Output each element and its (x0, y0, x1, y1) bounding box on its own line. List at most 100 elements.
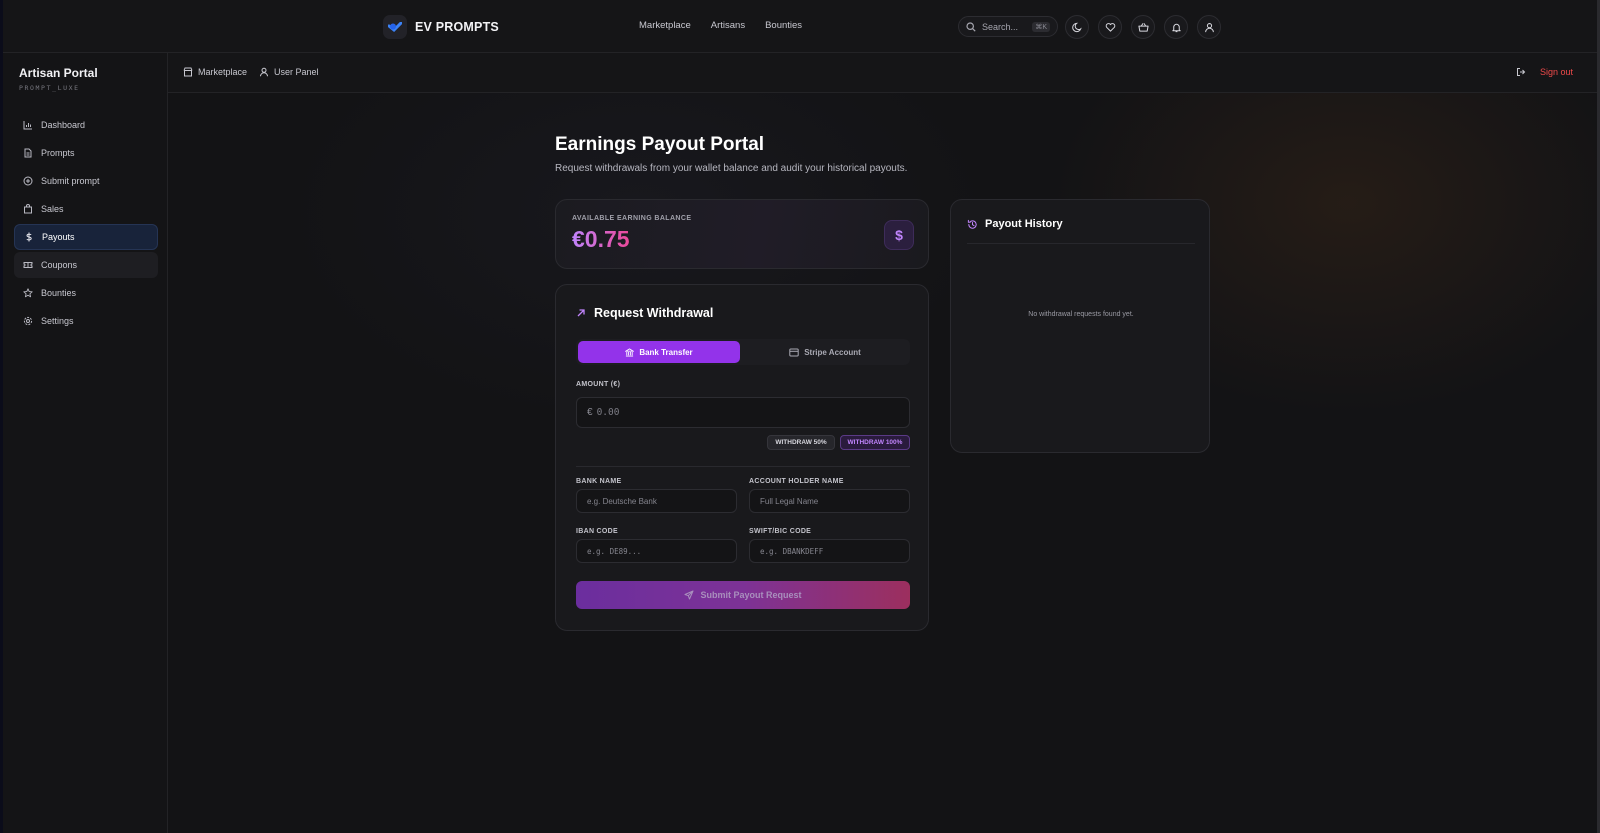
sidebar-title: Artisan Portal (19, 66, 98, 80)
sidebar-nav: Dashboard Prompts Submit prompt Sales Pa… (14, 112, 158, 336)
balance-card: AVAILABLE EARNING BALANCE €0.75 $ (555, 199, 929, 269)
sidebar-item-label: Prompts (41, 148, 75, 158)
history-heading: Payout History (967, 218, 1063, 230)
bank-name-placeholder: e.g. Deutsche Bank (587, 496, 657, 506)
bag-icon (24, 204, 32, 214)
account-holder-label: ACCOUNT HOLDER NAME (749, 478, 844, 485)
dollar-icon: $ (884, 220, 914, 250)
crumb-marketplace[interactable]: Marketplace (183, 67, 247, 77)
card-icon (789, 348, 799, 356)
account-holder-placeholder: Full Legal Name (760, 496, 819, 506)
submit-payout-button[interactable]: Submit Payout Request (576, 581, 910, 609)
profile-button[interactable] (1197, 15, 1221, 39)
swift-placeholder: e.g. DBANKDEFF (760, 546, 824, 556)
logout-icon (1516, 68, 1526, 76)
theme-toggle-button[interactable] (1065, 15, 1089, 39)
balance-label: AVAILABLE EARNING BALANCE (572, 215, 692, 222)
tab-stripe-account-label: Stripe Account (804, 347, 861, 357)
content-header: Marketplace User Panel Sign out (168, 53, 1597, 93)
send-icon (684, 590, 694, 600)
page-title: Earnings Payout Portal (555, 134, 765, 155)
history-icon (967, 219, 977, 229)
sidebar-item-submit-prompt[interactable]: Submit prompt (14, 168, 158, 194)
brand-name: EV PROMPTS (415, 20, 499, 34)
user-icon (1204, 22, 1214, 32)
sidebar-item-label: Bounties (41, 288, 77, 298)
page-subtitle: Request withdrawals from your wallet bal… (555, 163, 908, 174)
amount-placeholder: 0.00 (596, 407, 620, 418)
star-icon (23, 288, 33, 298)
notifications-button[interactable] (1164, 15, 1188, 39)
sidebar-item-settings[interactable]: Settings (14, 308, 158, 334)
search-button[interactable]: Search... ⌘K (958, 16, 1058, 37)
sidebar-item-prompts[interactable]: Prompts (14, 140, 158, 166)
withdrawal-title: Request Withdrawal (594, 306, 714, 320)
history-divider (967, 243, 1195, 244)
amount-input[interactable]: € 0.00 (576, 397, 910, 428)
favorites-button[interactable] (1098, 15, 1122, 39)
payout-method-tabs: Bank Transfer Stripe Account (576, 339, 910, 365)
bank-icon (625, 347, 635, 357)
history-empty-state: No withdrawal requests found yet. (1028, 311, 1134, 318)
brand-logo-icon (383, 15, 407, 39)
sidebar-item-bounties[interactable]: Bounties (14, 280, 158, 306)
currency-prefix: € (587, 407, 593, 418)
sidebar-subtitle: PROMPT_LUXE (19, 84, 80, 92)
withdrawal-card: Request Withdrawal Bank Transfer Stripe … (555, 284, 929, 631)
section-divider (576, 466, 910, 467)
nav-link-marketplace[interactable]: Marketplace (639, 20, 691, 31)
sidebar-item-coupons[interactable]: Coupons (14, 252, 158, 278)
arrow-up-right-icon (577, 309, 585, 317)
basket-icon (1137, 22, 1149, 32)
iban-placeholder: e.g. DE89... (587, 546, 642, 556)
sidebar-item-label: Coupons (41, 260, 78, 270)
sidebar-item-dashboard[interactable]: Dashboard (14, 112, 158, 138)
bank-name-field[interactable]: e.g. Deutsche Bank (576, 489, 737, 513)
user-icon (260, 67, 269, 77)
top-links: Marketplace Artisans Bounties (639, 20, 802, 31)
tab-bank-transfer-label: Bank Transfer (639, 347, 693, 357)
search-shortcut: ⌘K (1032, 21, 1050, 32)
submit-payout-label: Submit Payout Request (700, 590, 802, 600)
sidebar-item-label: Sales (41, 204, 64, 214)
tab-stripe-account[interactable]: Stripe Account (744, 341, 906, 363)
withdraw-50-button[interactable]: WITHDRAW 50% (767, 435, 835, 450)
withdraw-100-button[interactable]: WITHDRAW 100% (840, 435, 910, 450)
crumb-marketplace-label: Marketplace (198, 67, 248, 77)
sidebar-item-label: Settings (41, 316, 74, 326)
crumb-user-panel[interactable]: User Panel (259, 67, 319, 77)
sidebar-item-label: Submit prompt (41, 176, 100, 186)
ticket-icon (23, 262, 33, 268)
iban-field[interactable]: e.g. DE89... (576, 539, 737, 563)
withdrawal-heading: Request Withdrawal (576, 306, 713, 320)
crumb-user-panel-label: User Panel (274, 67, 319, 77)
balance-value: €0.75 (572, 226, 630, 252)
nav-link-artisans[interactable]: Artisans (711, 20, 745, 31)
tab-bank-transfer[interactable]: Bank Transfer (578, 341, 740, 363)
brand[interactable]: EV PROMPTS (383, 15, 499, 39)
swift-field[interactable]: e.g. DBANKDEFF (749, 539, 910, 563)
swift-label: SWIFT/BIC CODE (749, 528, 812, 535)
sign-out-label: Sign out (1539, 67, 1573, 77)
search-icon (966, 21, 976, 32)
bar-chart-icon (23, 121, 32, 130)
iban-label: IBAN CODE (576, 528, 618, 535)
bank-name-label: BANK NAME (576, 478, 622, 485)
sign-out-button[interactable]: Sign out (1516, 67, 1573, 77)
heart-icon (1105, 22, 1115, 32)
moon-icon (1071, 22, 1082, 32)
sidebar-item-label: Payouts (42, 232, 75, 242)
bell-icon (1171, 23, 1181, 32)
store-icon (183, 67, 193, 77)
account-holder-field[interactable]: Full Legal Name (749, 489, 910, 513)
cart-button[interactable] (1131, 15, 1155, 39)
sidebar-item-sales[interactable]: Sales (14, 196, 158, 222)
sidebar: Artisan Portal PROMPT_LUXE Dashboard Pro… (3, 53, 168, 833)
nav-link-bounties[interactable]: Bounties (765, 20, 802, 31)
amount-label: AMOUNT (€) (576, 381, 621, 388)
sidebar-item-payouts[interactable]: Payouts (14, 224, 158, 250)
payout-history-card: Payout History No withdrawal requests fo… (950, 199, 1210, 453)
history-title: Payout History (985, 218, 1063, 230)
breadcrumb: Marketplace User Panel (183, 67, 319, 77)
dollar-icon (26, 232, 32, 242)
